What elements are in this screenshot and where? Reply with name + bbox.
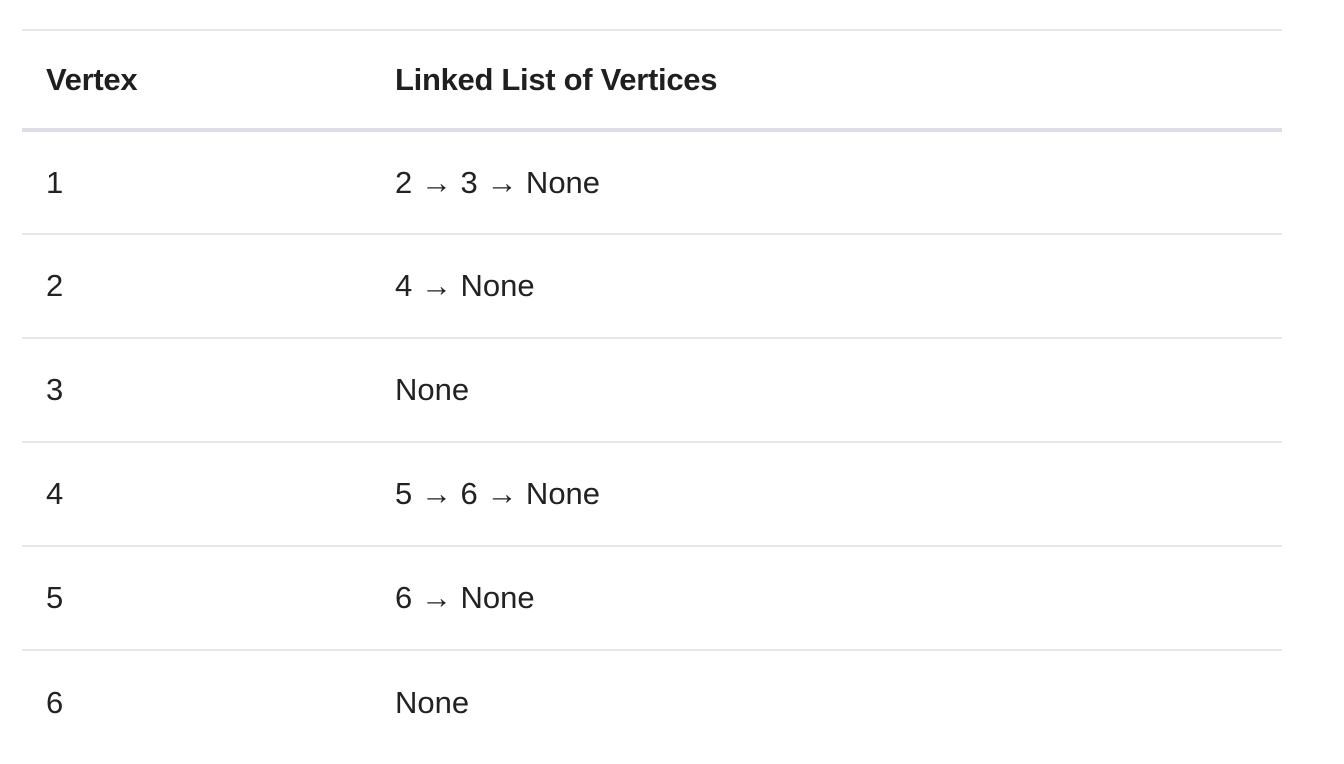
table-header-row: Vertex Linked List of Vertices <box>22 30 1282 130</box>
linked-list-column-header: Linked List of Vertices <box>395 61 718 97</box>
vertex-cell: 6 <box>46 684 64 720</box>
table-row: 2 4 → None <box>22 234 1282 338</box>
linked-list-cell: None <box>395 372 470 407</box>
table-row: 6 None <box>22 650 1282 754</box>
table-body: 1 2 → 3 → None 2 4 → None 3 None 4 5 → 6… <box>22 130 1282 754</box>
vertex-cell: 2 <box>46 268 64 303</box>
vertex-column-header: Vertex <box>46 61 138 97</box>
adjacency-list-table: Vertex Linked List of Vertices 1 2 → 3 →… <box>22 29 1282 754</box>
table-row: 5 6 → None <box>22 546 1282 650</box>
linked-list-cell: None <box>395 684 470 720</box>
vertex-cell: 4 <box>46 476 64 511</box>
linked-list-cell: 4 → None <box>395 268 535 303</box>
table-row: 1 2 → 3 → None <box>22 130 1282 234</box>
linked-list-cell: 6 → None <box>395 580 535 615</box>
table-row: 4 5 → 6 → None <box>22 442 1282 546</box>
adjacency-list-table-container: Vertex Linked List of Vertices 1 2 → 3 →… <box>22 29 1282 754</box>
vertex-cell: 3 <box>46 372 64 407</box>
linked-list-cell: 2 → 3 → None <box>395 164 601 200</box>
table-header: Vertex Linked List of Vertices <box>22 30 1282 130</box>
vertex-cell: 5 <box>46 580 64 615</box>
linked-list-cell: 5 → 6 → None <box>395 476 601 511</box>
table-row: 3 None <box>22 338 1282 442</box>
vertex-cell: 1 <box>46 164 64 200</box>
